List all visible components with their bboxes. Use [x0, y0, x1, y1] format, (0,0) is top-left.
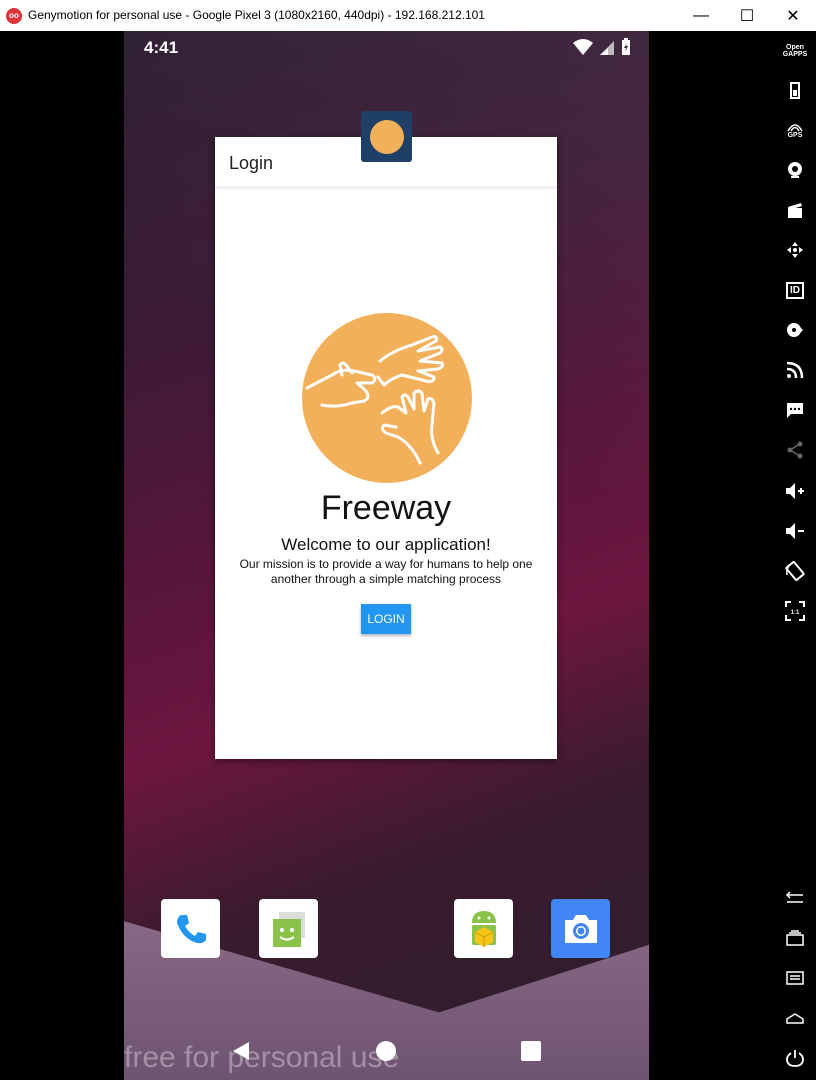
login-button[interactable]: LOGIN [361, 604, 411, 634]
sms-button[interactable] [781, 396, 809, 424]
brand-title: Freeway [320, 489, 452, 527]
power-button[interactable] [781, 1044, 809, 1072]
device-screen[interactable]: 4:41 Login Freeway Welcome to our applic… [124, 31, 649, 1080]
battery-tool-button[interactable] [781, 76, 809, 104]
genymotion-icon: oo [6, 8, 22, 24]
id-icon: ID [786, 281, 804, 299]
device-id-button[interactable]: ID [781, 276, 809, 304]
rotate-icon [785, 561, 805, 581]
rotate-button[interactable] [781, 557, 809, 585]
app-badge [361, 111, 412, 162]
network-button[interactable] [781, 356, 809, 384]
welcome-text: Welcome to our application! [281, 535, 491, 554]
gps-label: GPS [787, 131, 803, 139]
clapperboard-icon [788, 203, 802, 218]
dialog-title: Login [229, 153, 274, 173]
phone-app-icon[interactable] [161, 899, 220, 958]
helping-hands-icon [302, 313, 472, 483]
mission-text: Our mission is to provide a way for huma… [239, 557, 533, 586]
messages-app-icon[interactable] [259, 899, 318, 958]
gps-icon [787, 123, 803, 131]
signal-icon [600, 41, 614, 55]
chat-icon [787, 403, 803, 418]
apk-installer-app-icon[interactable] [454, 899, 513, 958]
screencast-button[interactable] [781, 196, 809, 224]
status-time: 4:41 [144, 38, 179, 57]
gps-button[interactable]: GPS [781, 116, 809, 144]
window-titlebar: oo Genymotion for personal use - Google … [0, 0, 816, 31]
menu-icon [786, 971, 804, 985]
open-gapps-label: Open GAPPS [782, 44, 808, 58]
volume-down-icon [786, 523, 804, 539]
watermark-text: free for personal use [124, 1041, 400, 1074]
home-tool-button[interactable] [781, 1004, 809, 1032]
camera-app-icon[interactable] [551, 899, 610, 958]
back-arrow-icon [785, 891, 803, 903]
pixel-perfect-button[interactable]: 1:1 [781, 597, 809, 625]
phone-icon [176, 914, 206, 943]
maximize-button[interactable]: ☐ [724, 0, 770, 31]
svg-text:1:1: 1:1 [791, 610, 800, 616]
login-dialog: Login Freeway Welcome to our application… [215, 111, 557, 759]
camera-icon [564, 914, 597, 943]
recents-tool-button[interactable] [781, 924, 809, 952]
minimize-button[interactable]: — [678, 0, 724, 31]
close-button[interactable]: ✕ [770, 0, 816, 31]
recents-icon [521, 1041, 541, 1061]
home-outline-icon [786, 1013, 804, 1024]
power-icon [786, 1050, 804, 1067]
freeway-logo [302, 313, 472, 483]
share-icon [787, 441, 803, 459]
volume-down-button[interactable] [781, 517, 809, 545]
apk-installer-icon [471, 910, 496, 947]
volume-up-button[interactable] [781, 477, 809, 505]
webcam-icon [788, 162, 802, 178]
menu-tool-button[interactable] [781, 964, 809, 992]
pixel-perfect-icon: 1:1 [785, 601, 805, 621]
app-badge-logo-icon [369, 119, 404, 154]
dpad-icon [787, 242, 803, 258]
battery-tool-icon [790, 82, 800, 99]
messages-icon [272, 911, 305, 947]
recent-apps-icon [786, 930, 804, 946]
window-title: Genymotion for personal use - Google Pix… [28, 8, 485, 22]
wifi-icon [573, 39, 593, 55]
disc-icon [787, 323, 803, 337]
back-tool-button[interactable] [781, 884, 809, 912]
dpad-button[interactable] [781, 236, 809, 264]
battery-icon [622, 38, 630, 55]
emulator-toolbar: Open GAPPS GPS ID 1:1 [773, 31, 816, 1080]
status-bar: 4:41 [124, 31, 649, 63]
recents-button[interactable] [516, 1036, 546, 1066]
rss-icon [786, 361, 804, 379]
webcam-button[interactable] [781, 156, 809, 184]
share-button[interactable] [781, 436, 809, 464]
open-gapps-button[interactable]: Open GAPPS [781, 37, 809, 65]
volume-up-icon [786, 483, 804, 499]
media-button[interactable] [781, 316, 809, 344]
